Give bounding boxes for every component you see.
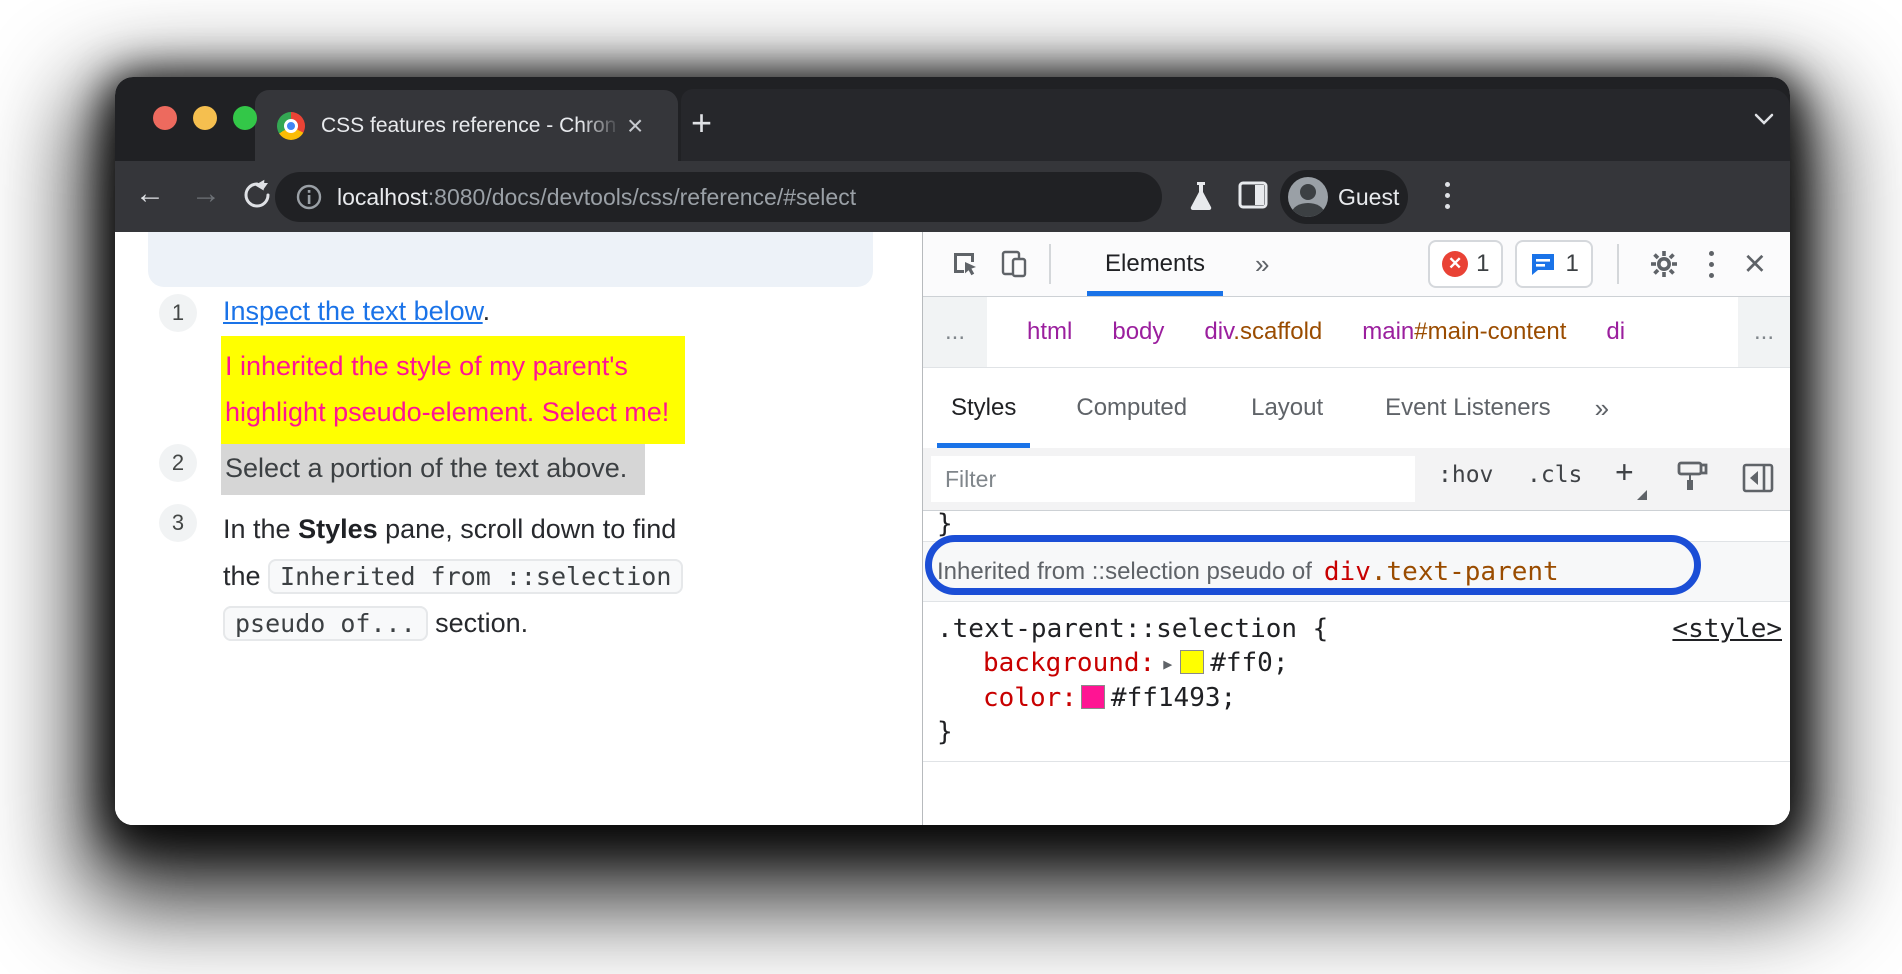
- breadcrumb-scroll-left[interactable]: ...: [923, 297, 987, 367]
- browser-tab[interactable]: CSS features reference - Chron ×: [255, 90, 678, 161]
- device-toolbar-icon[interactable]: [999, 249, 1029, 279]
- profile-name: Guest: [1338, 184, 1399, 211]
- traffic-light-close[interactable]: [153, 106, 177, 130]
- inspect-text-link[interactable]: Inspect the text below: [223, 296, 483, 326]
- message-icon: [1529, 250, 1557, 278]
- close-devtools-icon[interactable]: ×: [1744, 249, 1766, 279]
- style-source-link[interactable]: <style>: [1672, 612, 1782, 646]
- settings-gear-icon[interactable]: [1649, 249, 1679, 279]
- selected-text: Select a portion of the text above.: [221, 444, 645, 495]
- toolbar-separator: [1049, 244, 1051, 284]
- new-rule-options-icon[interactable]: [1637, 490, 1647, 500]
- issues-count: 1: [1565, 250, 1578, 278]
- error-icon: ✕: [1442, 251, 1468, 277]
- inherited-section-header: Inherited from ::selection pseudo of div…: [923, 542, 1790, 602]
- url-bar[interactable]: localhost:8080/docs/devtools/css/referen…: [275, 172, 1162, 222]
- tab-computed[interactable]: Computed: [1060, 368, 1203, 448]
- tab-strip: CSS features reference - Chron × +: [115, 77, 1790, 161]
- paint-roller-icon[interactable]: [1675, 460, 1711, 498]
- sidebar-tabs: Styles Computed Layout Event Listeners »: [923, 368, 1790, 448]
- error-badge[interactable]: ✕ 1: [1428, 240, 1503, 288]
- tab-event-listeners[interactable]: Event Listeners: [1369, 368, 1566, 448]
- traffic-light-zoom[interactable]: [233, 106, 257, 130]
- error-count: 1: [1476, 250, 1489, 278]
- chevron-down-icon[interactable]: [1751, 109, 1777, 129]
- toggle-element-state[interactable]: :hov: [1438, 462, 1493, 488]
- devtools-menu-icon[interactable]: [1709, 251, 1714, 278]
- highlight-line-2: highlight pseudo-element. Select me!: [225, 397, 669, 427]
- inline-code-2: pseudo of...: [223, 606, 428, 641]
- more-tabs-icon[interactable]: »: [1595, 393, 1609, 424]
- breadcrumb-main-content[interactable]: main#main-content: [1362, 318, 1566, 346]
- traffic-light-minimize[interactable]: [193, 106, 217, 130]
- web-page: 1 Inspect the text below. I inherited th…: [115, 232, 922, 825]
- rule-close-brace: }: [937, 715, 1790, 749]
- breadcrumb-div-scaffold[interactable]: div.scaffold: [1204, 318, 1322, 346]
- color-swatch-pink[interactable]: [1081, 685, 1105, 709]
- site-info-icon[interactable]: [295, 183, 323, 211]
- flask-icon[interactable]: [1185, 179, 1217, 213]
- new-style-rule-button[interactable]: +: [1615, 454, 1634, 491]
- breadcrumb-html[interactable]: html: [1027, 318, 1072, 346]
- tab-elements[interactable]: Elements: [1083, 232, 1227, 296]
- node-link[interactable]: div.text-parent: [1324, 557, 1559, 587]
- breadcrumb-truncated[interactable]: di: [1606, 318, 1625, 346]
- step-3-text: In the Styles pane, scroll down to find …: [223, 506, 703, 647]
- browser-toolbar: ← → localhost:8080/docs/devtools/css/ref…: [115, 161, 1790, 232]
- tab-title: CSS features reference - Chron: [321, 114, 621, 138]
- step-number-3: 3: [159, 504, 197, 542]
- rule-selector[interactable]: .text-parent::selection { <style>: [937, 612, 1790, 646]
- content-area: 1 Inspect the text below. I inherited th…: [115, 232, 1790, 825]
- forward-icon[interactable]: →: [191, 177, 221, 211]
- breadcrumb-body[interactable]: body: [1112, 318, 1164, 346]
- declaration-color[interactable]: color:#ff1493;: [937, 681, 1790, 715]
- styles-filter-bar: :hov .cls +: [923, 448, 1790, 511]
- computed-sidebar-toggle-icon[interactable]: [1741, 462, 1775, 494]
- reload-icon[interactable]: [241, 179, 273, 211]
- tab-styles[interactable]: Styles: [935, 368, 1032, 448]
- profile-button[interactable]: Guest: [1280, 170, 1408, 224]
- color-swatch-yellow[interactable]: [1180, 650, 1204, 674]
- breadcrumb-scroll-right[interactable]: ...: [1738, 297, 1790, 367]
- step-number-1: 1: [159, 294, 197, 332]
- step-1-text: Inspect the text below.: [223, 296, 490, 327]
- expand-shorthand-icon[interactable]: ▶: [1163, 655, 1172, 673]
- url-text: localhost:8080/docs/devtools/css/referen…: [337, 184, 856, 211]
- scrolled-code-block: [148, 232, 873, 287]
- step-2-text: Select a portion of the text above.: [221, 444, 645, 495]
- inline-code-1: Inherited from ::selection: [268, 559, 683, 594]
- new-tab-button[interactable]: +: [691, 105, 712, 141]
- step-number-2: 2: [159, 444, 197, 482]
- declaration-background[interactable]: background:▶#ff0;: [937, 646, 1790, 681]
- tab-close-icon[interactable]: ×: [627, 112, 643, 140]
- tab-layout[interactable]: Layout: [1235, 368, 1339, 448]
- avatar: [1288, 177, 1328, 217]
- side-panel-icon[interactable]: [1237, 180, 1269, 210]
- browser-menu-icon[interactable]: [1445, 182, 1450, 209]
- chrome-favicon-icon: [277, 112, 305, 140]
- more-panels-icon[interactable]: »: [1255, 249, 1269, 280]
- devtools-panel: Elements » ✕ 1 1: [922, 232, 1790, 825]
- inherited-label: Inherited from ::selection pseudo of: [937, 558, 1312, 586]
- devtools-controls: ×: [1617, 244, 1766, 284]
- issues-badge[interactable]: 1: [1515, 240, 1592, 288]
- css-rule: .text-parent::selection { <style> backgr…: [923, 602, 1790, 762]
- highlighted-paragraph[interactable]: I inherited the style of my parent's hig…: [221, 336, 685, 444]
- filter-input[interactable]: [931, 456, 1415, 502]
- inspect-element-icon[interactable]: [949, 249, 979, 279]
- back-icon[interactable]: ←: [135, 177, 165, 211]
- highlight-line-1: I inherited the style of my parent's: [225, 351, 628, 381]
- browser-window: CSS features reference - Chron × + ← → l…: [115, 77, 1790, 825]
- issue-badges: ✕ 1 1: [1428, 240, 1593, 288]
- element-classes-toggle[interactable]: .cls: [1527, 462, 1582, 488]
- previous-rule-close-brace: }: [923, 511, 1790, 542]
- devtools-toolbar: Elements » ✕ 1 1: [923, 232, 1790, 297]
- styles-pane: } Inherited from ::selection pseudo of d…: [923, 511, 1790, 825]
- dom-breadcrumbs: ... html body div.scaffold main#main-con…: [923, 297, 1790, 368]
